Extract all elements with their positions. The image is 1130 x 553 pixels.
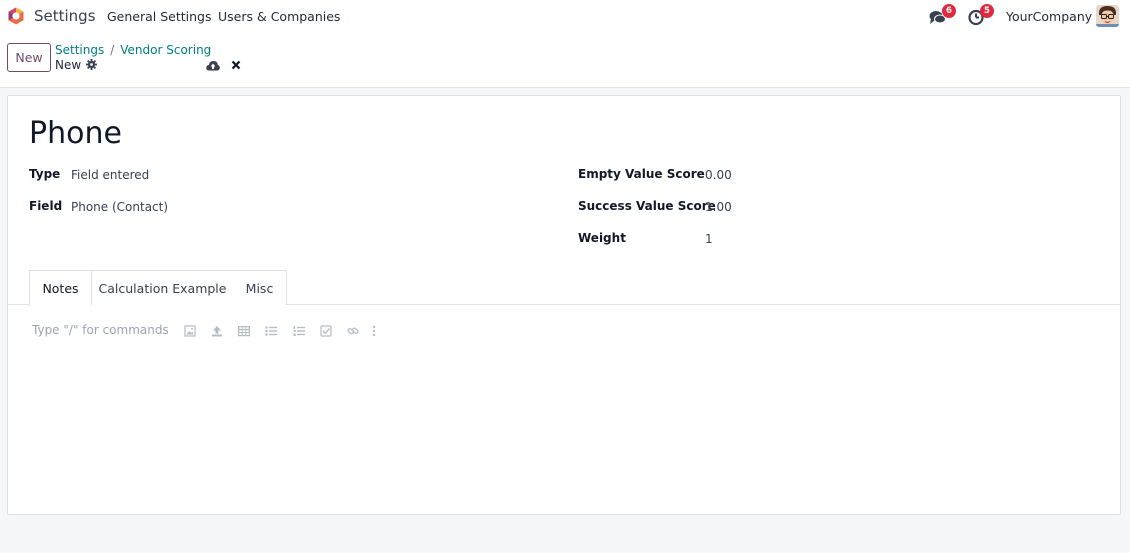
field-label: Field [29,199,63,213]
tab-calculation-example[interactable]: Calculation Example [92,270,234,305]
weight-field[interactable]: 1 [705,232,713,246]
app-logo-icon[interactable] [7,7,25,25]
notebook-tabs: Notes Calculation Example Misc [8,270,1120,306]
new-button[interactable]: New [7,43,51,72]
user-avatar[interactable] [1096,5,1119,27]
company-switcher[interactable]: YourCompany [1006,9,1092,24]
messages-button[interactable]: 6 [929,4,956,26]
activities-badge: 5 [980,4,994,18]
tab-notes[interactable]: Notes [29,270,92,306]
type-label: Type [29,167,61,181]
activities-button[interactable]: 5 [967,4,994,26]
link-icon[interactable] [347,325,359,337]
breadcrumb-settings[interactable]: Settings [55,43,104,57]
tab-misc[interactable]: Misc [233,270,287,305]
notes-editor[interactable]: Type "/" for commands [32,323,169,337]
discard-icon[interactable] [231,60,241,70]
success-value-score-field[interactable]: 1.00 [705,200,732,214]
breadcrumb: Settings / Vendor Scoring [55,43,211,57]
success-value-score-label: Success Value Score [578,199,716,213]
image-icon[interactable] [184,325,196,337]
more-icon[interactable] [370,325,378,337]
avatar-icon [1096,5,1119,27]
table-icon[interactable] [238,325,250,337]
app-title[interactable]: Settings [34,7,96,25]
upload-icon[interactable] [211,325,223,337]
empty-value-score-label: Empty Value Score [578,167,705,181]
control-panel: New Settings / Vendor Scoring New [0,33,1130,88]
field-field[interactable]: Phone (Contact) [71,200,168,214]
record-title[interactable]: Phone [29,116,122,151]
gear-icon[interactable] [86,59,97,70]
menu-general-settings[interactable]: General Settings [107,9,212,24]
breadcrumb-vendor-scoring[interactable]: Vendor Scoring [120,43,211,57]
type-field[interactable]: Field entered [71,168,149,182]
breadcrumb-separator: / [110,43,115,57]
messages-badge: 6 [942,4,956,18]
checklist-icon[interactable] [320,325,332,337]
top-navbar: Settings General Settings Users & Compan… [0,0,1130,33]
record-name: New [55,58,82,72]
empty-value-score-field[interactable]: 0.00 [705,168,732,182]
bullet-list-icon[interactable] [265,325,277,337]
form-sheet: Phone Type Field entered Field Phone (Co… [7,95,1121,515]
save-cloud-icon[interactable] [206,60,220,71]
weight-label: Weight [578,231,626,245]
numbered-list-icon[interactable] [293,325,305,337]
menu-users-companies[interactable]: Users & Companies [218,9,340,24]
